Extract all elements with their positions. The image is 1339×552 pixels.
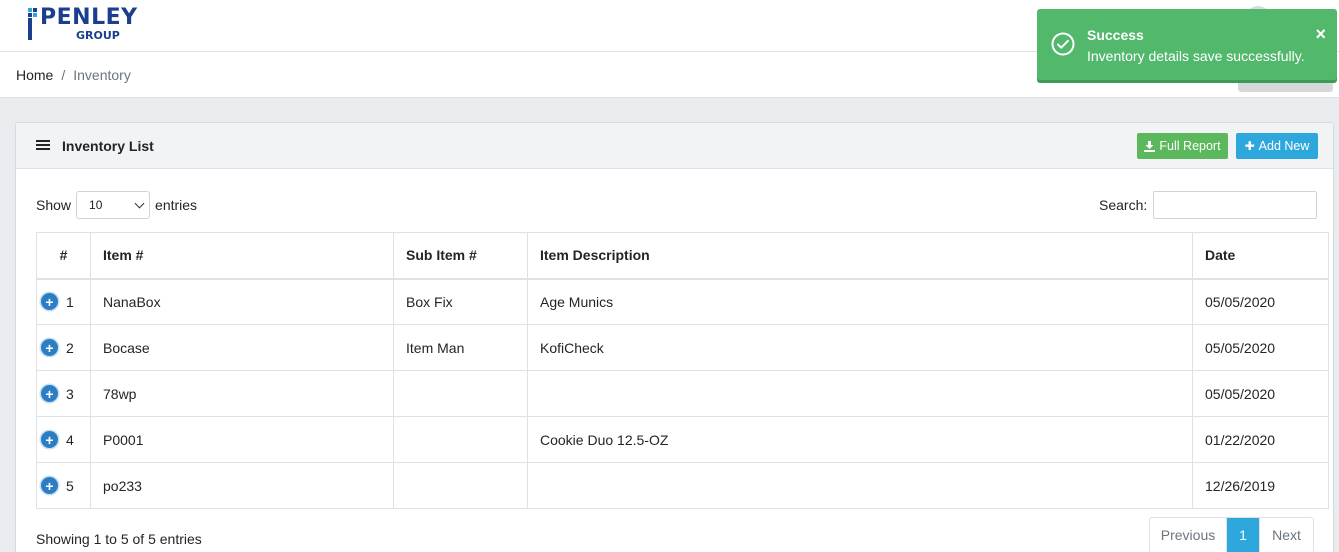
list-icon — [36, 140, 50, 152]
inventory-card: Inventory List Full Report ✚ Add New Sho… — [15, 122, 1334, 552]
page-1-button[interactable]: 1 — [1227, 518, 1259, 552]
table-header-row: # Item # Sub Item # Item Description Dat… — [36, 232, 1329, 280]
row-number: 2 — [66, 339, 74, 356]
row-number-cell: +1 — [36, 278, 91, 325]
description-cell: Cookie Duo 12.5-OZ — [527, 416, 1193, 463]
row-number: 4 — [66, 431, 74, 448]
full-report-label: Full Report — [1159, 139, 1221, 153]
check-circle-icon — [1051, 32, 1075, 56]
expand-row-icon[interactable]: + — [41, 339, 58, 356]
item-cell: NanaBox — [90, 278, 394, 325]
next-page-button[interactable]: Next — [1259, 518, 1313, 552]
table-info: Showing 1 to 5 of 5 entries — [36, 531, 202, 547]
row-number: 5 — [66, 477, 74, 494]
sub-item-cell — [393, 462, 528, 509]
table-row: +3 78wp 05/05/2020 — [36, 370, 1329, 417]
download-icon — [1144, 140, 1156, 152]
add-new-button[interactable]: ✚ Add New — [1236, 133, 1318, 159]
expand-row-icon[interactable]: + — [41, 293, 58, 311]
search-input[interactable] — [1153, 191, 1318, 219]
column-header-date[interactable]: Date — [1192, 232, 1329, 280]
table-row: +4 P0001 Cookie Duo 12.5-OZ 01/22/2020 — [36, 416, 1329, 463]
sub-item-cell — [393, 370, 528, 417]
entries-select[interactable]: 10 — [76, 191, 151, 219]
breadcrumb: Home / Inventory — [16, 67, 131, 83]
expand-row-icon[interactable]: + — [41, 431, 58, 448]
date-cell: 01/22/2020 — [1192, 416, 1329, 463]
toast-title: Success — [1087, 27, 1144, 43]
logo-sub-text: GROUP — [76, 29, 120, 42]
description-cell — [527, 462, 1193, 509]
toast-message: Inventory details save successfully. — [1087, 48, 1305, 64]
sub-item-cell: Box Fix — [393, 278, 528, 325]
previous-page-button[interactable]: Previous — [1150, 518, 1227, 552]
card-title: Inventory List — [62, 138, 154, 154]
table-row: +2 Bocase Item Man KofiCheck 05/05/2020 — [36, 324, 1329, 371]
company-logo[interactable]: PENLEY GROUP — [28, 6, 138, 46]
row-number-cell: +4 — [36, 416, 91, 463]
expand-row-icon[interactable]: + — [41, 477, 58, 494]
date-cell: 05/05/2020 — [1192, 324, 1329, 371]
row-number: 3 — [66, 385, 74, 402]
item-cell: po233 — [90, 462, 394, 509]
breadcrumb-separator: / — [61, 67, 66, 83]
sub-item-cell: Item Man — [393, 324, 528, 371]
breadcrumb-home-link[interactable]: Home — [16, 67, 53, 83]
column-header-description[interactable]: Item Description — [527, 232, 1193, 280]
description-cell: KofiCheck — [527, 324, 1193, 371]
search-label: Search: — [1099, 197, 1148, 213]
success-toast[interactable]: Success Inventory details save successfu… — [1037, 9, 1337, 80]
item-cell: Bocase — [90, 324, 394, 371]
full-report-button[interactable]: Full Report — [1137, 133, 1228, 159]
column-header-sub-item[interactable]: Sub Item # — [393, 232, 528, 280]
pagination: Previous 1 Next — [1149, 517, 1314, 552]
description-cell — [527, 370, 1193, 417]
row-number: 1 — [66, 293, 74, 310]
description-cell: Age Munics — [527, 278, 1193, 325]
item-cell: 78wp — [90, 370, 394, 417]
date-cell: 05/05/2020 — [1192, 370, 1329, 417]
entries-select-value: 10 — [89, 198, 103, 212]
row-number-cell: +2 — [36, 324, 91, 371]
table-row: +1 NanaBox Box Fix Age Munics 05/05/2020 — [36, 278, 1329, 325]
date-cell: 12/26/2019 — [1192, 462, 1329, 509]
row-number-cell: +5 — [36, 462, 91, 509]
inventory-table: # Item # Sub Item # Item Description Dat… — [36, 232, 1329, 509]
row-number-cell: +3 — [36, 370, 91, 417]
card-header: Inventory List Full Report ✚ Add New — [16, 123, 1333, 169]
date-cell: 05/05/2020 — [1192, 278, 1329, 325]
entries-label: entries — [155, 197, 198, 213]
search-control: Search: — [1099, 191, 1318, 219]
entries-control: Show 10 entries — [36, 191, 197, 219]
close-icon[interactable]: × — [1315, 25, 1326, 43]
column-header-number[interactable]: # — [36, 232, 91, 280]
expand-row-icon[interactable]: + — [41, 385, 58, 402]
item-cell: P0001 — [90, 416, 394, 463]
add-new-label: Add New — [1258, 139, 1310, 153]
breadcrumb-current: Inventory — [73, 67, 131, 83]
chevron-down-icon — [134, 198, 145, 209]
sub-item-cell — [393, 416, 528, 463]
plus-icon: ✚ — [1244, 139, 1255, 153]
show-label: Show — [36, 197, 72, 213]
column-header-item[interactable]: Item # — [90, 232, 394, 280]
logo-brand-text: PENLEY — [40, 5, 138, 30]
table-row: +5 po233 12/26/2019 — [36, 462, 1329, 509]
